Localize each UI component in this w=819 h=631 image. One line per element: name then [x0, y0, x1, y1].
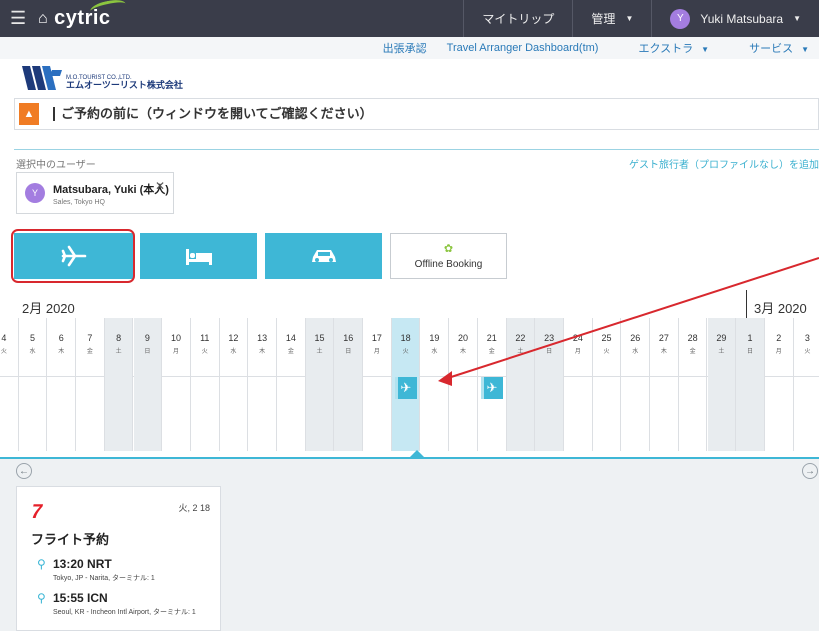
- annotation-arrow: [438, 257, 819, 386]
